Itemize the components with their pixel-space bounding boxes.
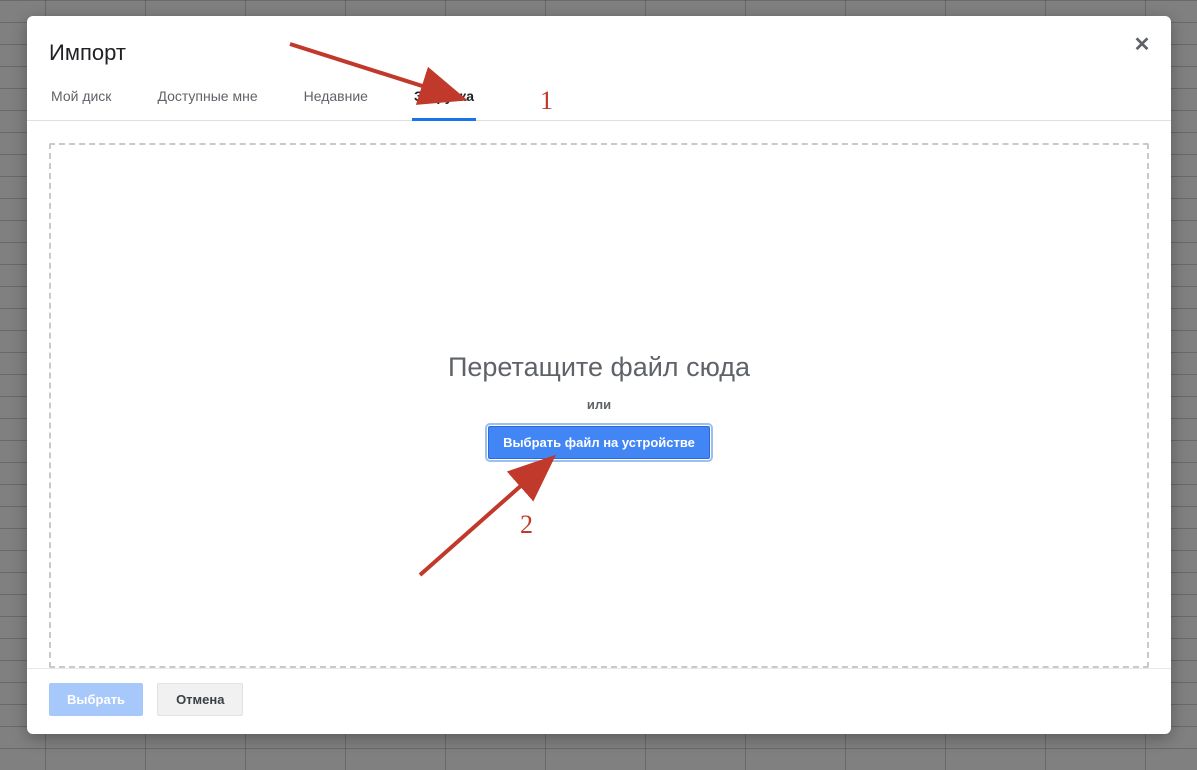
cancel-button[interactable]: Отмена [157, 683, 243, 716]
select-button[interactable]: Выбрать [49, 683, 143, 716]
close-button[interactable]: ✕ [1127, 30, 1157, 60]
tab-upload[interactable]: Загрузка [412, 88, 476, 121]
close-icon: ✕ [1134, 34, 1151, 56]
dropzone-title: Перетащите файл сюда [448, 352, 750, 383]
dropzone-or-text: или [587, 397, 611, 412]
tab-recent[interactable]: Недавние [302, 88, 370, 121]
tab-shared-with-me[interactable]: Доступные мне [155, 88, 259, 121]
tab-bar: Мой диск Доступные мне Недавние Загрузка [27, 88, 1171, 121]
tab-my-drive[interactable]: Мой диск [49, 88, 113, 121]
dialog-header: Импорт ✕ [27, 16, 1171, 88]
dialog-footer: Выбрать Отмена [27, 668, 1171, 734]
import-dialog: Импорт ✕ Мой диск Доступные мне Недавние… [27, 16, 1171, 734]
upload-dropzone[interactable]: Перетащите файл сюда или Выбрать файл на… [49, 143, 1149, 668]
dialog-title: Импорт [49, 40, 1149, 66]
select-file-on-device-button[interactable]: Выбрать файл на устройстве [488, 426, 710, 459]
dialog-body: Перетащите файл сюда или Выбрать файл на… [27, 121, 1171, 668]
